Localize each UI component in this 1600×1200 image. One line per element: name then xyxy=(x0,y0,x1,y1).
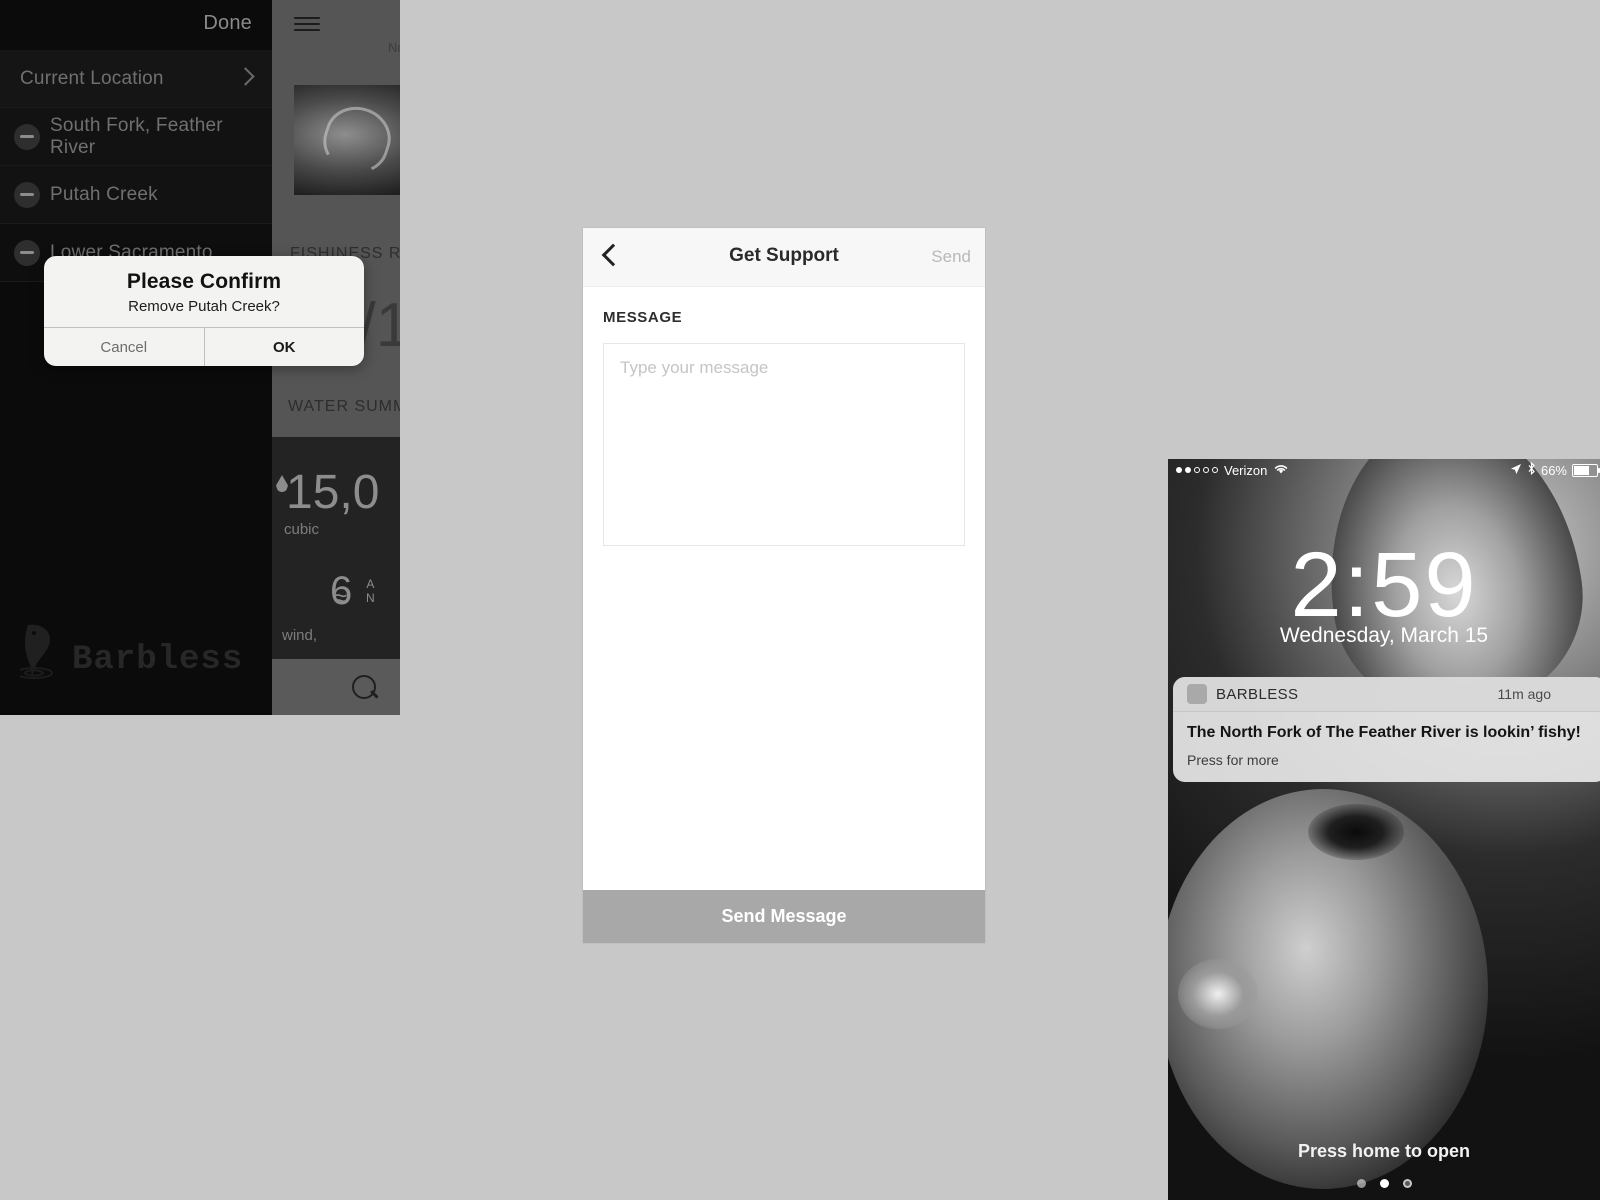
wind-direction-top: A xyxy=(366,577,375,591)
bottom-tab-bar xyxy=(272,659,400,715)
press-home-hint: Press home to open xyxy=(1297,1141,1471,1161)
carrier-label: Verizon xyxy=(1224,462,1268,478)
flow-value: 15,0 xyxy=(286,466,380,519)
notification-title: The North Fork of The Feather River is l… xyxy=(1187,724,1581,741)
signal-strength-icon xyxy=(1176,467,1218,473)
flow-sublabel: cubic xyxy=(284,521,320,538)
get-support-panel: Get Support Send MESSAGE Send Message xyxy=(583,228,985,943)
notification-card[interactable]: BARBLESS 11m ago The North Fork of The F… xyxy=(1173,677,1600,782)
remove-icon[interactable] xyxy=(14,181,40,208)
wind-direction-icon: A N xyxy=(366,577,375,605)
support-header: Get Support Send xyxy=(583,228,985,287)
status-bar-right: 66% xyxy=(1510,461,1600,478)
sidebar-item-south-fork[interactable]: South Fork, Feather River xyxy=(0,108,272,166)
sidebar-item-putah-creek[interactable]: Putah Creek xyxy=(0,166,272,224)
battery-percent-label: 66% xyxy=(1540,462,1567,478)
behind-nodata-text: No xyxy=(388,40,400,55)
location-arrow-icon xyxy=(1510,463,1522,478)
location-label: South Fork, Feather River xyxy=(50,114,223,158)
cancel-button[interactable]: Cancel xyxy=(44,328,205,366)
confirm-dialog: Please Confirm Remove Putah Creek? Cance… xyxy=(44,256,364,366)
remove-icon[interactable] xyxy=(14,239,40,266)
location-label: Putah Creek xyxy=(50,183,158,205)
page-dot-camera xyxy=(1402,1179,1412,1188)
status-bar: Verizon 66% xyxy=(1168,459,1600,481)
notification-timestamp: 11m ago xyxy=(1497,686,1551,702)
fishing-app-panel: No FISHINESS RA 5/1 WATER SUMM 15,0 cubi… xyxy=(0,0,400,715)
drawer-topbar: Done xyxy=(0,0,272,50)
lock-screen-time: 2:59 xyxy=(1290,534,1478,636)
bluetooth-icon xyxy=(1527,461,1536,478)
phone-lock-screen: Verizon 66% 2:59 Wednesday, March 15 BAR… xyxy=(1168,459,1600,1200)
fish-logo-icon xyxy=(15,621,62,679)
wind-sublabel: wind, xyxy=(282,627,318,644)
water-summary-block: 15,0 cubic ≈ A N 6 wind, xyxy=(272,437,400,659)
wind-value: 6 xyxy=(330,569,353,613)
message-section-label: MESSAGE xyxy=(603,309,683,326)
done-button[interactable]: Done xyxy=(203,12,252,35)
notification-app-name: BARBLESS xyxy=(1216,685,1299,703)
send-button[interactable]: Send xyxy=(931,247,971,267)
notification-body: The North Fork of The Feather River is l… xyxy=(1173,712,1600,782)
wallpaper-dog-nostril xyxy=(1178,959,1258,1029)
remove-icon[interactable] xyxy=(14,123,40,150)
wallpaper-dog-eye xyxy=(1308,804,1404,860)
dialog-body: Please Confirm Remove Putah Creek? xyxy=(44,256,364,327)
page-dot xyxy=(1356,1179,1366,1188)
message-input[interactable] xyxy=(603,343,965,546)
wind-direction-bottom: N xyxy=(366,591,375,605)
page-indicator xyxy=(1168,1179,1600,1188)
page-dot-active xyxy=(1379,1179,1389,1188)
lock-screen-date: Wednesday, March 15 xyxy=(1279,624,1489,647)
brand-logo: Barbless xyxy=(15,621,244,679)
app-icon xyxy=(1187,684,1207,704)
sidebar-item-current-location[interactable]: Current Location xyxy=(0,50,272,108)
battery-icon xyxy=(1572,463,1600,477)
send-message-button[interactable]: Send Message xyxy=(583,890,985,943)
chevron-right-icon xyxy=(236,67,255,86)
dialog-title: Please Confirm xyxy=(126,270,282,293)
water-summary-label: WATER SUMM xyxy=(288,398,400,415)
ok-button[interactable]: OK xyxy=(205,328,365,366)
screenshot-root: No FISHINESS RA 5/1 WATER SUMM 15,0 cubi… xyxy=(0,0,1600,1200)
notification-header: BARBLESS 11m ago xyxy=(1173,677,1600,712)
dialog-actions: Cancel OK xyxy=(44,327,364,366)
river-photo xyxy=(294,85,400,195)
search-icon[interactable] xyxy=(352,675,376,699)
wifi-icon xyxy=(1273,463,1289,478)
dialog-message: Remove Putah Creek? xyxy=(128,298,280,315)
page-title: Get Support xyxy=(729,245,839,266)
hamburger-menu-icon[interactable] xyxy=(294,17,320,35)
notification-subtitle: Press for more xyxy=(1187,752,1279,768)
brand-name: Barbless xyxy=(72,641,244,679)
current-location-label: Current Location xyxy=(20,67,164,89)
